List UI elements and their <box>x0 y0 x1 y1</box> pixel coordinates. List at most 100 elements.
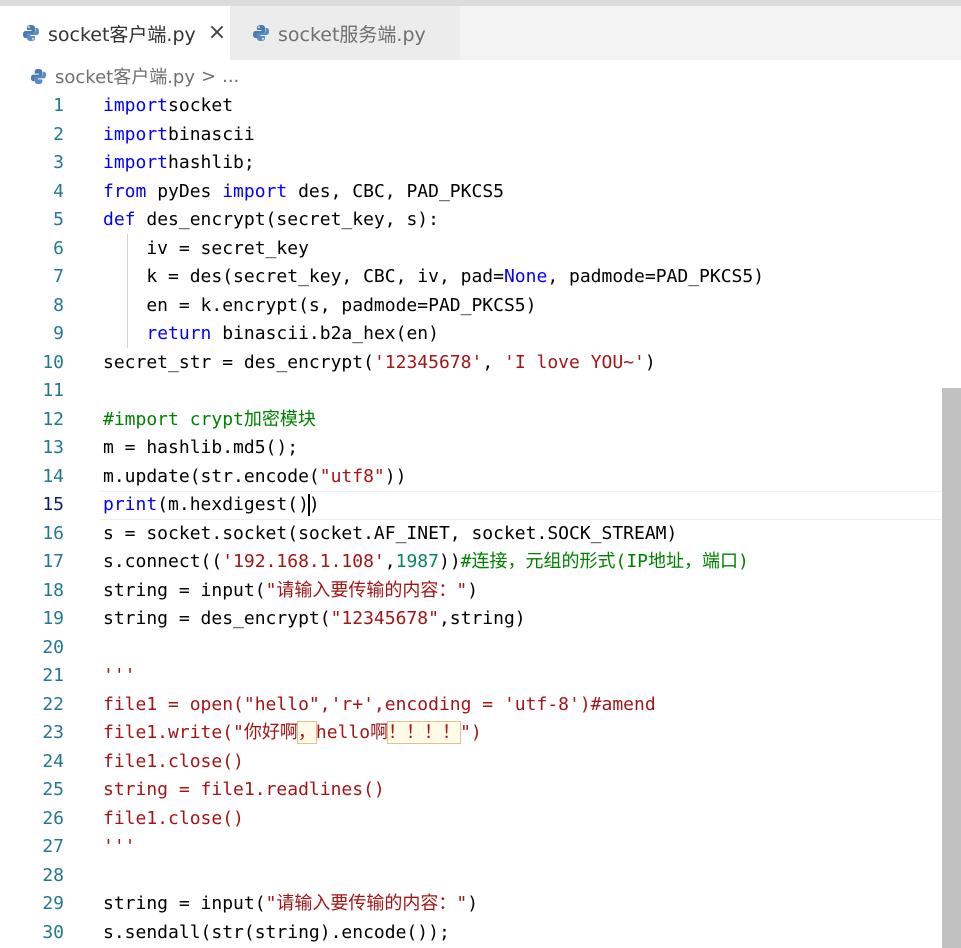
code-token: , padmode=PAD_PKCS5) <box>547 266 765 287</box>
code-line[interactable]: 27 ''' <box>0 833 961 862</box>
code-token: #import crypt加密模块 <box>103 408 316 430</box>
line-number: 25 <box>42 779 64 800</box>
code-line[interactable]: 19 string = des_encrypt("12345678",string… <box>0 605 961 634</box>
line-number: 7 <box>53 266 64 287</box>
code-token: iv = secret_key <box>103 237 309 259</box>
code-line[interactable]: 3 importhashlib; <box>0 149 961 178</box>
breadcrumb[interactable]: socket客户端.py > ... <box>30 62 239 90</box>
code-line[interactable]: 15 print(m.hexdigest()) <box>0 491 961 520</box>
code-line[interactable]: 12 #import crypt加密模块 <box>0 406 961 435</box>
line-number: 3 <box>53 152 64 173</box>
code-token: (m.hexdigest() <box>157 494 309 515</box>
code-line[interactable]: 30 s.sendall(str(string).encode()); <box>0 919 961 948</box>
code-token: ,string) <box>438 608 526 629</box>
code-token: )) <box>384 465 407 487</box>
code-token: from <box>103 180 147 202</box>
code-token: des_encrypt(secret_key, s): <box>135 209 439 230</box>
code-line[interactable]: 5 def des_encrypt(secret_key, s): <box>0 206 961 235</box>
line-number: 21 <box>42 665 64 686</box>
line-number: 17 <box>42 551 64 572</box>
code-line[interactable]: 1 importsocket <box>0 92 961 121</box>
code-token: file1 = open("hello",'r+',encoding = 'ut… <box>103 693 656 715</box>
code-token: return <box>146 323 212 344</box>
code-line[interactable]: 6 iv = secret_key <box>0 235 961 264</box>
code-line[interactable]: 18 string = input("请输入要传输的内容：") <box>0 577 961 606</box>
code-token: "请输入要传输的内容：" <box>265 579 468 601</box>
code-token: 1987 <box>395 551 439 572</box>
code-token: string = file1.readlines() <box>103 779 385 800</box>
line-number: 28 <box>42 864 64 886</box>
line-number: 4 <box>53 180 64 202</box>
line-number: 30 <box>42 921 64 943</box>
code-line[interactable]: 25 string = file1.readlines() <box>0 776 961 805</box>
code-line[interactable]: 8 en = k.encrypt(s, padmode=PAD_PKCS5) <box>0 292 961 321</box>
code-token: ！！！！ <box>388 722 461 743</box>
code-line[interactable]: 24 file1.close() <box>0 748 961 777</box>
code-line[interactable]: 4 from pyDes import des, CBC, PAD_PKCS5 <box>0 178 961 207</box>
vertical-scrollbar[interactable] <box>942 388 961 948</box>
line-number: 8 <box>53 294 64 316</box>
code-editor[interactable]: 1 importsocket 2 importbinascii 3 importhashl… <box>0 92 961 948</box>
line-code: m.update(str.encode("utf8")) <box>103 463 406 492</box>
code-line[interactable]: 21 ''' <box>0 662 961 691</box>
line-code: k = des(secret_key, CBC, iv, pad=None, p… <box>103 263 764 292</box>
breadcrumb-file[interactable]: socket客户端.py <box>55 63 195 89</box>
line-number: 19 <box>42 608 64 629</box>
code-line[interactable]: 9 return binascii.b2a_hex(en) <box>0 320 961 349</box>
code-line[interactable]: 7 k = des(secret_key, CBC, iv, pad=None,… <box>0 263 961 292</box>
line-code: importsocket <box>103 92 233 121</box>
close-tab-icon[interactable]: × <box>208 22 226 44</box>
code-line[interactable]: 23 file1.write("你好啊，hello啊！！！！") <box>0 719 961 748</box>
code-line[interactable]: 13 m = hashlib.md5(); <box>0 434 961 463</box>
tab-socket-server[interactable]: socket服务端.py <box>230 6 460 60</box>
line-number: 15 <box>42 494 64 515</box>
line-code: en = k.encrypt(s, padmode=PAD_PKCS5) <box>103 292 536 321</box>
line-number: 1 <box>53 95 64 116</box>
code-line[interactable]: 29 string = input("请输入要传输的内容：") <box>0 890 961 919</box>
code-token: s.sendall(str(string).encode()); <box>103 921 450 943</box>
code-line[interactable]: 14 m.update(str.encode("utf8")) <box>0 463 961 492</box>
breadcrumb-more[interactable]: ... <box>222 66 239 87</box>
code-line[interactable]: 16 s = socket.socket(socket.AF_INET, sock… <box>0 520 961 549</box>
code-line[interactable]: 11 <box>0 377 961 406</box>
code-token: ''' <box>103 665 136 686</box>
line-code: def des_encrypt(secret_key, s): <box>103 206 439 235</box>
line-number: 18 <box>42 579 64 601</box>
tab-socket-client[interactable]: socket客户端.py × <box>0 6 230 60</box>
code-token: binascii <box>168 123 255 145</box>
code-token: string = input( <box>103 893 266 914</box>
line-code: file1.close() <box>103 748 244 777</box>
line-code: s.sendall(str(string).encode()); <box>103 919 450 948</box>
code-line[interactable]: 2 importbinascii <box>0 121 961 150</box>
line-number: 29 <box>42 893 64 914</box>
line-code: string = des_encrypt("12345678",string) <box>103 605 526 634</box>
code-line[interactable]: 26 file1.close() <box>0 805 961 834</box>
code-token: m.update(str.encode( <box>103 465 320 487</box>
code-token: binascii.b2a_hex(en) <box>211 323 439 344</box>
code-token: ) <box>644 351 656 373</box>
code-token: "12345678" <box>330 608 439 629</box>
line-number: 9 <box>53 323 64 344</box>
code-token: , <box>384 551 396 572</box>
line-code: #import crypt加密模块 <box>103 406 316 435</box>
line-number: 14 <box>42 465 64 487</box>
line-code: file1.close() <box>103 805 244 834</box>
line-number: 20 <box>42 636 64 658</box>
code-token: hello啊 <box>315 722 389 743</box>
code-line[interactable]: 20 <box>0 634 961 663</box>
code-line[interactable]: 17 s.connect(('192.168.1.108',1987))#连接，元… <box>0 548 961 577</box>
code-token: file1.write("你好啊 <box>103 722 298 743</box>
code-token: string = input( <box>103 579 266 601</box>
line-code: s.connect(('192.168.1.108',1987))#连接，元组的… <box>103 548 749 577</box>
code-line[interactable]: 28 <box>0 862 961 891</box>
line-code: secret_str = des_encrypt('12345678', 'I … <box>103 349 656 378</box>
code-token: #连接，元组的形式(IP地址，端口) <box>460 551 749 572</box>
code-line[interactable]: 22 file1 = open("hello",'r+',encoding = '… <box>0 691 961 720</box>
code-token: '12345678' <box>373 351 483 373</box>
line-number: 23 <box>42 722 64 743</box>
code-token: ) <box>467 893 479 914</box>
line-code: importbinascii <box>103 121 255 150</box>
code-token: import <box>103 152 169 173</box>
code-line[interactable]: 10 secret_str = des_encrypt('12345678', '… <box>0 349 961 378</box>
line-number: 12 <box>42 408 64 430</box>
